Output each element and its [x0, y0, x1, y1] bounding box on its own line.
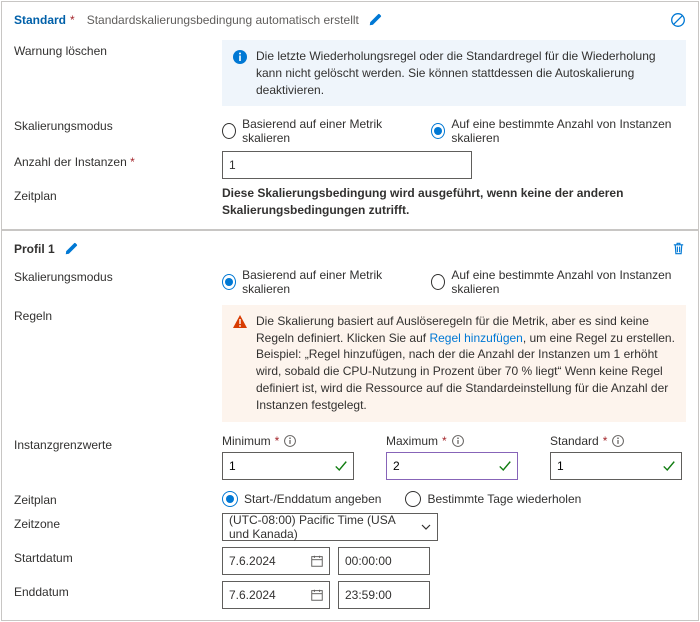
add-rule-link[interactable]: Regel hinzufügen: [429, 331, 522, 345]
info-icon[interactable]: [451, 434, 465, 448]
scaling-mode-radio-group: Basierend auf einer Metrik skalieren Auf…: [222, 115, 686, 145]
row-schedule: Zeitplan Diese Skalierungsbedingung wird…: [2, 182, 698, 220]
delete-icon[interactable]: [670, 241, 686, 257]
start-date-label: Startdatum: [14, 547, 214, 565]
radio-scale-metric-label: Basierend auf einer Metrik skalieren: [242, 268, 407, 296]
calendar-icon[interactable]: [310, 588, 324, 602]
row-limits: Instanzgrenzwerte Minimum * Max: [2, 428, 698, 486]
edit-icon[interactable]: [367, 12, 383, 28]
limit-maximum-label: Maximum: [386, 434, 438, 448]
radio-scale-count[interactable]: Auf eine bestimmte Anzahl von Instanzen …: [431, 117, 686, 145]
instance-count-input[interactable]: [222, 151, 472, 179]
radio-scale-count[interactable]: Auf eine bestimmte Anzahl von Instanzen …: [431, 268, 686, 296]
delete-warning-text: Die letzte Wiederholungsregel oder die S…: [256, 48, 676, 98]
edit-icon[interactable]: [63, 241, 79, 257]
required-marker: *: [70, 13, 75, 27]
warning-icon: [232, 313, 248, 414]
row-scaling-mode: Skalierungsmodus Basierend auf einer Met…: [2, 263, 698, 299]
card-title-text: Standard: [14, 13, 66, 27]
info-icon[interactable]: [611, 434, 625, 448]
row-timezone: Zeitzone (UTC-08:00) Pacific Time (USA u…: [2, 510, 698, 544]
limit-default: Standard *: [550, 434, 682, 480]
end-time-input[interactable]: [338, 581, 430, 609]
scale-condition-standard: Standard * Standardskalierungsbedingung …: [1, 1, 699, 230]
schedule-label: Zeitplan: [14, 185, 214, 203]
limit-default-label: Standard: [550, 434, 599, 448]
row-scaling-mode: Skalierungsmodus Basierend auf einer Met…: [2, 112, 698, 148]
row-instance-count: Anzahl der Instanzen *: [2, 148, 698, 182]
timezone-label: Zeitzone: [14, 513, 214, 531]
radio-schedule-range[interactable]: Start-/Enddatum angeben: [222, 491, 381, 507]
limit-minimum: Minimum *: [222, 434, 354, 480]
valid-check-icon: [498, 459, 512, 473]
row-start-date: Startdatum: [2, 544, 698, 578]
radio-schedule-repeat[interactable]: Bestimmte Tage wiederholen: [405, 491, 581, 507]
delete-warning-label: Warnung löschen: [14, 40, 214, 58]
scaling-mode-radio-group: Basierend auf einer Metrik skalieren Auf…: [222, 266, 686, 296]
radio-scale-count-label: Auf eine bestimmte Anzahl von Instanzen …: [451, 268, 686, 296]
schedule-label: Zeitplan: [14, 489, 214, 507]
card-header: Standard * Standardskalierungsbedingung …: [2, 2, 698, 34]
limit-minimum-label: Minimum: [222, 434, 271, 448]
required-marker: *: [603, 434, 608, 448]
block-icon[interactable]: [670, 12, 686, 28]
card-header: Profil 1: [2, 231, 698, 263]
schedule-mode-radio-group: Start-/Enddatum angeben Bestimmte Tage w…: [222, 489, 686, 507]
start-time-input[interactable]: [338, 547, 430, 575]
row-schedule-mode: Zeitplan Start-/Enddatum angeben Bestimm…: [2, 486, 698, 510]
scale-condition-profile-1: Profil 1 Skalierungsmodus Basierend auf …: [1, 230, 699, 621]
valid-check-icon: [334, 459, 348, 473]
required-marker: *: [275, 434, 280, 448]
card-subtitle: Standardskalierungsbedingung automatisch…: [87, 13, 359, 27]
scaling-mode-label: Skalierungsmodus: [14, 266, 214, 284]
delete-warning-infobox: Die letzte Wiederholungsregel oder die S…: [222, 40, 686, 106]
scaling-mode-label: Skalierungsmodus: [14, 115, 214, 133]
valid-check-icon: [662, 459, 676, 473]
info-icon[interactable]: [283, 434, 297, 448]
limits-label: Instanzgrenzwerte: [14, 434, 214, 452]
radio-scale-metric[interactable]: Basierend auf einer Metrik skalieren: [222, 268, 407, 296]
radio-schedule-range-label: Start-/Enddatum angeben: [244, 492, 381, 506]
rules-warning-text: Die Skalierung basiert auf Auslöseregeln…: [256, 313, 676, 414]
rules-warning-box: Die Skalierung basiert auf Auslöseregeln…: [222, 305, 686, 422]
required-marker: *: [130, 155, 135, 169]
card-title[interactable]: Profil 1: [14, 242, 55, 256]
radio-schedule-repeat-label: Bestimmte Tage wiederholen: [427, 492, 581, 506]
instance-count-label: Anzahl der Instanzen *: [14, 151, 214, 169]
end-date-label: Enddatum: [14, 581, 214, 599]
chevron-down-icon: [420, 521, 432, 533]
timezone-select[interactable]: (UTC-08:00) Pacific Time (USA und Kanada…: [222, 513, 438, 541]
radio-scale-count-label: Auf eine bestimmte Anzahl von Instanzen …: [451, 117, 686, 145]
radio-scale-metric[interactable]: Basierend auf einer Metrik skalieren: [222, 117, 407, 145]
rules-label: Regeln: [14, 305, 214, 323]
calendar-icon[interactable]: [310, 554, 324, 568]
info-icon: [232, 48, 248, 98]
card-title[interactable]: Standard *: [14, 13, 75, 27]
row-end-date: Enddatum: [2, 578, 698, 612]
card-title-text: Profil 1: [14, 242, 55, 256]
limit-maximum: Maximum *: [386, 434, 518, 480]
row-rules: Regeln Die Skalierung basiert auf Auslös…: [2, 299, 698, 428]
timezone-value: (UTC-08:00) Pacific Time (USA und Kanada…: [222, 513, 438, 541]
row-delete-warning: Warnung löschen Die letzte Wiederholungs…: [2, 34, 698, 112]
required-marker: *: [442, 434, 447, 448]
schedule-text: Diese Skalierungsbedingung wird ausgefüh…: [222, 185, 686, 217]
radio-scale-metric-label: Basierend auf einer Metrik skalieren: [242, 117, 407, 145]
